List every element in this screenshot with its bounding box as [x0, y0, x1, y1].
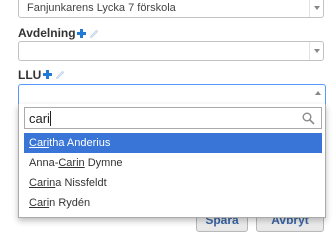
llu-select[interactable]	[18, 84, 326, 105]
list-item[interactable]: Carin Rydén	[24, 193, 322, 213]
plus-icon[interactable]	[43, 70, 52, 79]
plus-icon[interactable]	[77, 29, 86, 38]
search-icon	[302, 112, 315, 125]
llu-select-arrow[interactable]	[311, 85, 325, 103]
option-text: Dymne	[84, 157, 123, 169]
school-select-value: Fanjunkarens Lycka 7 förskola	[27, 2, 176, 14]
list-item[interactable]: Caritha Anderius	[24, 133, 322, 153]
avdelning-label: Avdelning	[18, 26, 76, 40]
chevron-down-icon	[314, 6, 320, 10]
pencil-icon[interactable]	[55, 69, 65, 79]
llu-dropdown: cari Caritha Anderius Anna-Carin Dymne C…	[18, 104, 326, 218]
option-text: Anna-	[29, 157, 59, 169]
option-text: n Rydén	[49, 197, 91, 209]
pencil-icon[interactable]	[89, 28, 99, 38]
option-text: a Nissfeldt	[55, 177, 107, 189]
avdelning-select-arrow[interactable]	[309, 42, 323, 60]
search-value: cari	[29, 111, 50, 126]
chevron-up-icon	[315, 91, 321, 95]
chevron-down-icon	[314, 49, 320, 53]
option-match: Carin	[29, 177, 56, 189]
llu-label: LLU	[18, 68, 42, 82]
school-select-arrow[interactable]	[309, 0, 323, 17]
avdelning-select[interactable]	[18, 41, 324, 61]
dropdown-search-input[interactable]: cari	[24, 107, 322, 129]
list-item[interactable]: Anna-Carin Dymne	[24, 153, 322, 173]
text-cursor	[50, 111, 51, 126]
option-text: tha Anderius	[49, 137, 111, 149]
list-item[interactable]: Carina Nissfeldt	[24, 173, 322, 193]
option-match: Cari	[29, 197, 50, 209]
school-select[interactable]: Fanjunkarens Lycka 7 förskola	[18, 0, 324, 18]
option-match: Cari	[29, 137, 50, 149]
option-match: Carin	[58, 157, 85, 169]
